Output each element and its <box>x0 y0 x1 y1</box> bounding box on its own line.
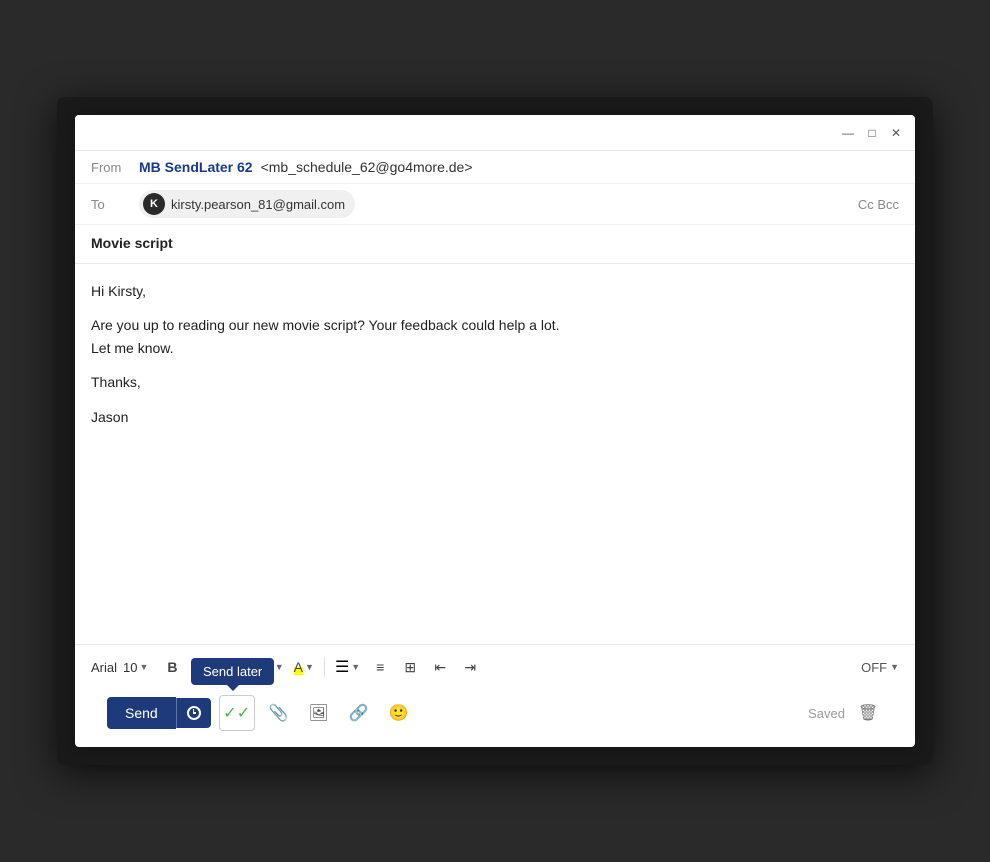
action-bar: Send later Send ✓✓ 📎 🖼 <box>91 689 899 743</box>
highlight-icon: A <box>294 659 303 675</box>
body-paragraph: Are you up to reading our new movie scri… <box>91 314 899 359</box>
send-button[interactable]: Send <box>107 697 176 729</box>
to-row: To K kirsty.pearson_81@gmail.com Cc Bcc <box>75 184 915 225</box>
unordered-list-button[interactable]: ⊞ <box>396 653 424 681</box>
emoji-icon: 🙂 <box>389 703 409 723</box>
link-icon: 🔗 <box>349 703 369 723</box>
highlight-chevron-icon: ▼ <box>305 662 314 672</box>
font-size-dropdown[interactable]: 10 ▼ <box>123 660 148 675</box>
toolbar-separator-2 <box>324 657 325 677</box>
saved-label: Saved <box>808 706 845 721</box>
image-button[interactable]: 🖼 <box>303 697 335 729</box>
from-name: MB SendLater 62 <box>139 159 253 175</box>
paperclip-icon: 📎 <box>269 703 289 723</box>
delete-button[interactable]: 🗑 <box>853 698 883 728</box>
title-bar: — □ ✕ <box>75 115 915 151</box>
check-button[interactable]: ✓✓ <box>219 695 255 731</box>
recipient-email: kirsty.pearson_81@gmail.com <box>171 197 345 212</box>
off-label: OFF <box>861 660 887 675</box>
image-icon: 🖼 <box>309 703 329 723</box>
off-toggle[interactable]: OFF ▼ <box>861 660 899 675</box>
recipient-avatar: K <box>143 193 165 215</box>
from-label: From <box>91 160 131 175</box>
check-icon: ✓✓ <box>223 703 250 723</box>
window-shadow: — □ ✕ From MB SendLater 62 <mb_schedule_… <box>57 97 933 765</box>
body-thanks: Thanks, <box>91 371 899 393</box>
from-row: From MB SendLater 62 <mb_schedule_62@go4… <box>75 151 915 184</box>
bold-button[interactable]: B <box>158 653 186 681</box>
toolbar-container: Arial 10 ▼ B I U A ▼ A ▼ <box>75 644 915 747</box>
send-label: Send <box>125 705 158 721</box>
font-size-chevron-icon: ▼ <box>139 662 148 672</box>
attach-button[interactable]: 📎 <box>263 697 295 729</box>
off-chevron-icon: ▼ <box>890 662 899 672</box>
align-chevron-icon: ▼ <box>351 662 360 672</box>
ordered-list-button[interactable]: ≡ <box>366 653 394 681</box>
body-greeting: Hi Kirsty, <box>91 280 899 302</box>
email-body[interactable]: Hi Kirsty, Are you up to reading our new… <box>75 264 915 644</box>
subject-row: Movie script <box>75 225 915 264</box>
font-size-value: 10 <box>123 660 137 675</box>
to-recipient-chip[interactable]: K kirsty.pearson_81@gmail.com <box>139 190 355 218</box>
font-name-label: Arial <box>91 660 117 675</box>
clock-icon <box>187 706 201 720</box>
align-dropdown[interactable]: ☰ ▼ <box>331 655 364 679</box>
cc-bcc-button[interactable]: Cc Bcc <box>858 197 899 212</box>
maximize-button[interactable]: □ <box>865 126 879 140</box>
body-signature: Jason <box>91 406 899 428</box>
indent-increase-button[interactable]: ⇥ <box>456 653 484 681</box>
from-email: <mb_schedule_62@go4more.de> <box>261 159 473 175</box>
align-icon: ☰ <box>335 657 349 677</box>
close-button[interactable]: ✕ <box>889 126 903 140</box>
emoji-button[interactable]: 🙂 <box>383 697 415 729</box>
font-color-chevron-icon: ▼ <box>275 662 284 672</box>
minimize-button[interactable]: — <box>841 126 855 140</box>
trash-icon: 🗑 <box>858 703 878 723</box>
subject-text: Movie script <box>91 235 173 251</box>
highlight-color-dropdown[interactable]: A ▼ <box>290 657 318 677</box>
send-button-group: Send <box>107 697 211 729</box>
to-label: To <box>91 197 131 212</box>
send-later-tooltip: Send later <box>191 658 274 685</box>
link-button[interactable]: 🔗 <box>343 697 375 729</box>
send-clock-button[interactable] <box>176 698 211 728</box>
title-bar-controls: — □ ✕ <box>841 126 903 140</box>
email-window: — □ ✕ From MB SendLater 62 <mb_schedule_… <box>75 115 915 747</box>
indent-decrease-button[interactable]: ⇤ <box>426 653 454 681</box>
